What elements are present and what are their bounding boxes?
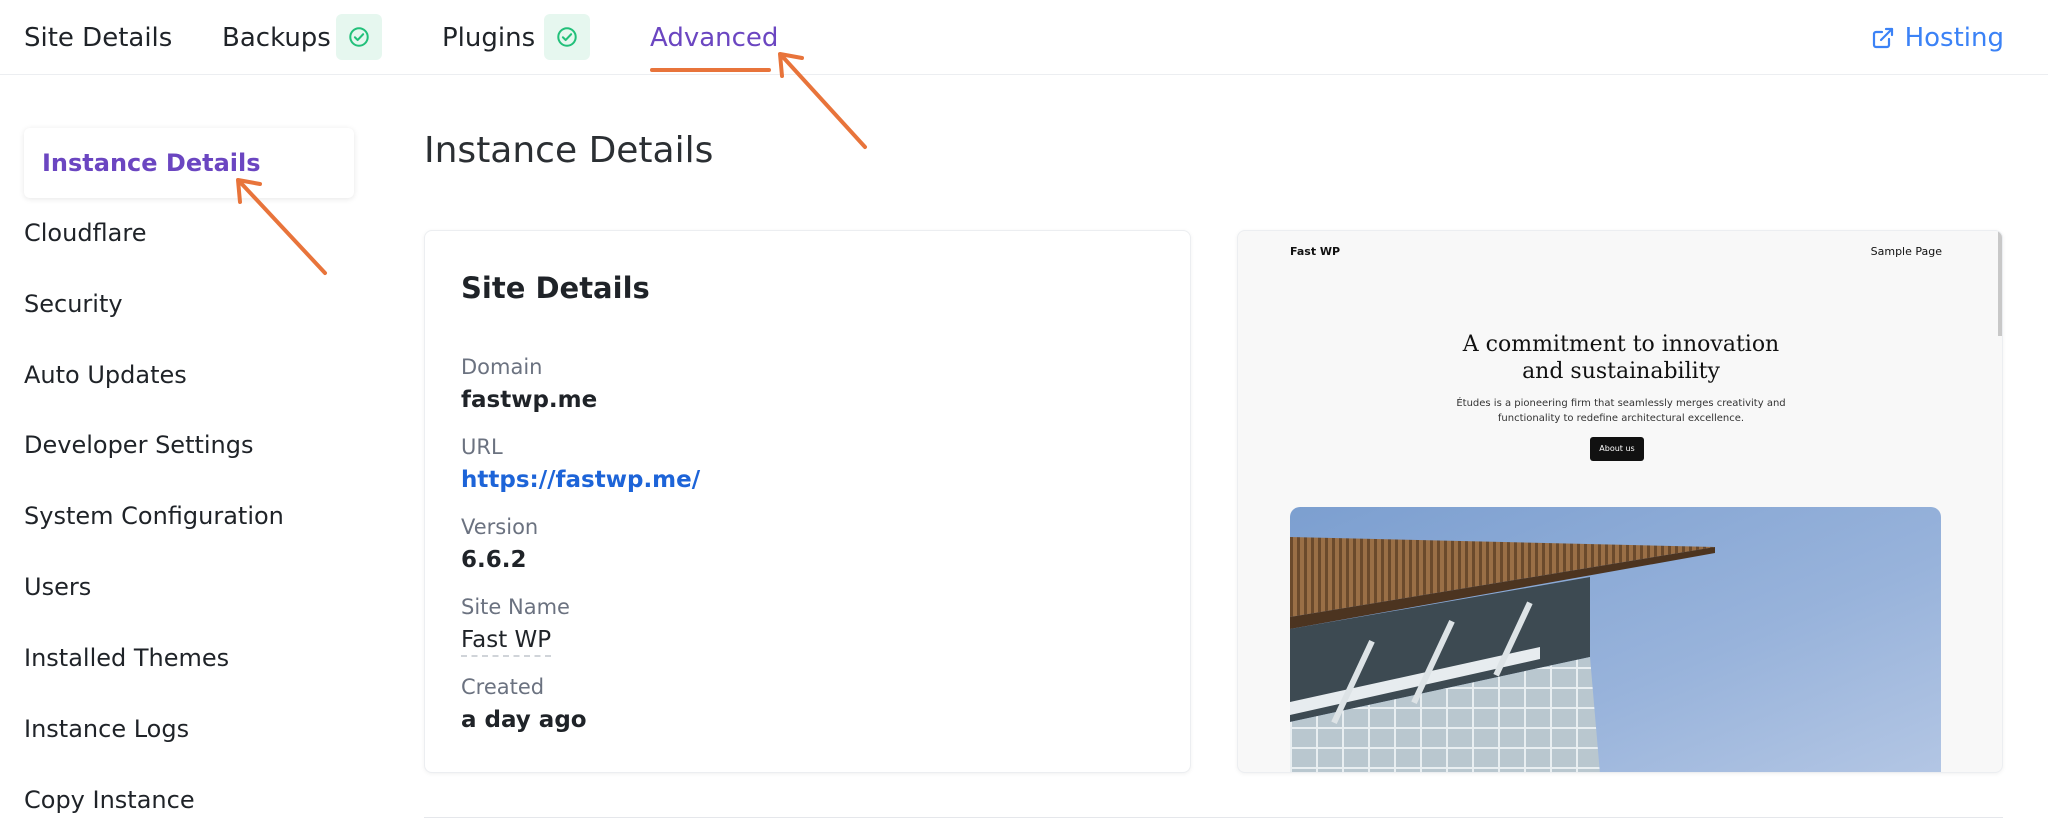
preview-subtext-line: Études is a pioneering firm that seamles…	[1456, 398, 1786, 409]
preview-headline-line: and sustainability	[1522, 359, 1720, 384]
tab-plugins[interactable]: Plugins	[442, 18, 535, 58]
backups-status-badge	[336, 14, 382, 60]
plugins-status-badge	[544, 14, 590, 60]
site-preview[interactable]: Fast WP Sample Page A commitment to inno…	[1237, 230, 2003, 773]
sidebar-item-developer-settings[interactable]: Developer Settings	[24, 410, 254, 480]
tab-site-details[interactable]: Site Details	[24, 18, 172, 58]
domain-value: fastwp.me	[461, 387, 598, 413]
preview-about-button: About us	[1590, 437, 1644, 461]
sidebar-item-system-configuration[interactable]: System Configuration	[24, 481, 284, 551]
preview-building-image	[1290, 507, 1941, 772]
preview-subtext: Études is a pioneering firm that seamles…	[1238, 396, 2002, 426]
preview-headline-line: A commitment to innovation	[1462, 332, 1780, 357]
preview-nav-link: Sample Page	[1870, 245, 1942, 258]
sidebar-item-security[interactable]: Security	[24, 269, 123, 339]
page-title: Instance Details	[424, 130, 714, 171]
site-name-editable[interactable]: Fast WP	[461, 627, 552, 657]
sidebar-item-cloudflare[interactable]: Cloudflare	[24, 198, 146, 268]
external-link-icon	[1872, 27, 1893, 49]
active-tab-indicator	[650, 68, 771, 72]
site-name-label: Site Name	[461, 595, 570, 619]
created-value: a day ago	[461, 707, 587, 733]
section-divider	[424, 817, 2003, 818]
hosting-link[interactable]: Hosting	[1871, 18, 2004, 58]
sidebar-item-auto-updates[interactable]: Auto Updates	[24, 340, 187, 410]
sidebar-item-instance-details[interactable]: Instance Details	[24, 128, 354, 198]
tab-backups[interactable]: Backups	[222, 18, 331, 58]
preview-scrollbar[interactable]	[1998, 231, 2002, 336]
tab-advanced[interactable]: Advanced	[650, 18, 778, 58]
site-details-card: Site Details Domain fastwp.me URL https:…	[424, 230, 1191, 773]
check-circle-icon	[349, 27, 369, 47]
hosting-label: Hosting	[1904, 23, 2004, 53]
sidebar-item-instance-logs[interactable]: Instance Logs	[24, 694, 189, 764]
preview-headline: A commitment to innovation and sustainab…	[1238, 331, 2002, 385]
check-circle-icon	[557, 27, 577, 47]
sidebar-item-copy-instance[interactable]: Copy Instance	[24, 765, 195, 820]
domain-label: Domain	[461, 355, 543, 379]
version-value: 6.6.2	[461, 547, 527, 573]
card-title: Site Details	[461, 271, 650, 305]
url-link[interactable]: https://fastwp.me/	[461, 467, 700, 493]
sidebar-item-users[interactable]: Users	[24, 552, 91, 622]
preview-brand: Fast WP	[1290, 245, 1341, 258]
url-label: URL	[461, 435, 503, 459]
version-label: Version	[461, 515, 539, 539]
top-tab-bar: Site Details Backups Plugins Advanced Ho…	[0, 0, 2048, 75]
sidebar-item-installed-themes[interactable]: Installed Themes	[24, 623, 229, 693]
preview-subtext-line: functionality to redefine architectural …	[1497, 413, 1745, 424]
created-label: Created	[461, 675, 545, 699]
